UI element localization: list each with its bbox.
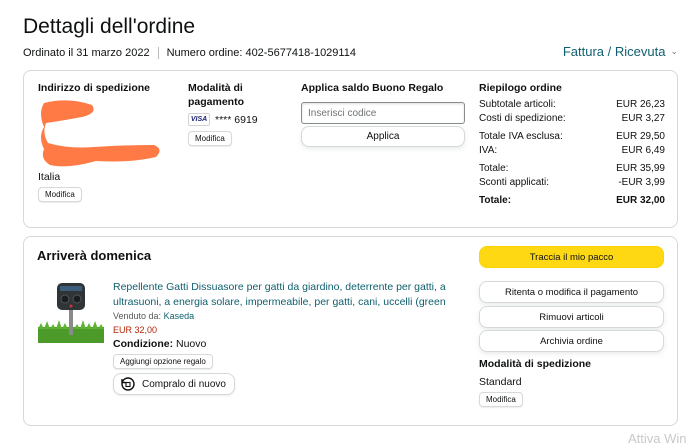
summary-row: Subtotale articoli: EUR 26,23 xyxy=(479,99,665,110)
arrival-heading: Arriverà domenica xyxy=(37,248,152,263)
shipping-country: Italia xyxy=(38,171,61,183)
summary-row: Totale IVA esclusa: EUR 29,50 xyxy=(479,131,665,142)
condition-value: Nuovo xyxy=(176,338,207,350)
gift-card-title: Applica saldo Buono Regalo xyxy=(301,82,444,94)
condition-label: Condizione: xyxy=(113,338,174,350)
order-meta: Ordinato il 31 marzo 2022 Numero ordine:… xyxy=(23,47,356,59)
order-number: Numero ordine: 402-5677418-1029114 xyxy=(166,47,356,59)
shipment-card: Arriverà domenica Repellente Gatti Dissu… xyxy=(23,236,678,426)
reorder-icon xyxy=(121,377,135,391)
product-image[interactable] xyxy=(38,279,104,343)
track-package-button[interactable]: Traccia il mio pacco xyxy=(479,246,664,268)
page-title: Dettagli dell'ordine xyxy=(23,15,196,38)
invoice-label: Fattura / Ricevuta xyxy=(562,44,666,59)
order-summary: Riepilogo ordine Subtotale articoli: EUR … xyxy=(479,81,665,208)
seller-link[interactable]: Kaseda xyxy=(164,311,195,321)
summary-title: Riepilogo ordine xyxy=(479,82,562,94)
divider xyxy=(157,47,159,59)
shipping-address-title: Indirizzo di spedizione xyxy=(38,82,151,94)
product-condition: Condizione: Nuovo xyxy=(113,338,206,350)
order-info-card: Indirizzo di spedizione Italia Modifica … xyxy=(23,70,678,228)
summary-row: IVA: EUR 6,49 xyxy=(479,144,665,156)
chevron-down-icon: ⌄ xyxy=(670,46,678,56)
redaction-scribble xyxy=(41,100,160,167)
archive-order-button[interactable]: Archivia ordine xyxy=(479,330,664,352)
order-date: Ordinato il 31 marzo 2022 xyxy=(23,47,150,59)
seller-info: Venduto da: Kaseda xyxy=(113,311,194,321)
summary-row: Costi di spedizione: EUR 3,27 xyxy=(479,112,665,124)
edit-shipping-button[interactable]: Modifica xyxy=(479,392,523,407)
card-digits: **** 6919 xyxy=(215,113,258,126)
product-price: EUR 32,00 xyxy=(113,325,158,335)
gift-code-input[interactable] xyxy=(301,102,465,124)
buy-again-label: Compralo di nuovo xyxy=(142,378,226,390)
activation-watermark: Attiva Win xyxy=(628,431,687,446)
visa-card-icon: VISA xyxy=(188,113,210,126)
remove-items-button[interactable]: Rimuovi articoli xyxy=(479,306,664,328)
shipping-method-title: Modalità di spedizione xyxy=(479,358,592,370)
retry-payment-button[interactable]: Ritenta o modifica il pagamento xyxy=(479,281,664,303)
buy-again-button[interactable]: Compralo di nuovo xyxy=(113,373,235,395)
summary-row: Totale: EUR 35,99 xyxy=(479,163,665,174)
shipping-method-value: Standard xyxy=(479,376,522,388)
add-gift-option-button[interactable]: Aggiungi opzione regalo xyxy=(113,354,213,369)
edit-payment-button[interactable]: Modifica xyxy=(188,131,232,146)
invoice-dropdown[interactable]: Fattura / Ricevuta ⌄ xyxy=(563,44,678,59)
payment-card: VISA **** 6919 xyxy=(188,113,258,126)
payment-title: Modalità di pagamento xyxy=(188,82,245,108)
product-title-link[interactable]: Repellente Gatti Dissuasore per gatti da… xyxy=(113,280,447,309)
summary-row: Sconti applicati: -EUR 3,99 xyxy=(479,176,665,188)
summary-grand-total: Totale: EUR 32,00 xyxy=(479,195,665,206)
edit-address-button[interactable]: Modifica xyxy=(38,187,82,202)
sold-by-label: Venduto da: xyxy=(113,311,162,321)
apply-button[interactable]: Applica xyxy=(301,126,465,147)
